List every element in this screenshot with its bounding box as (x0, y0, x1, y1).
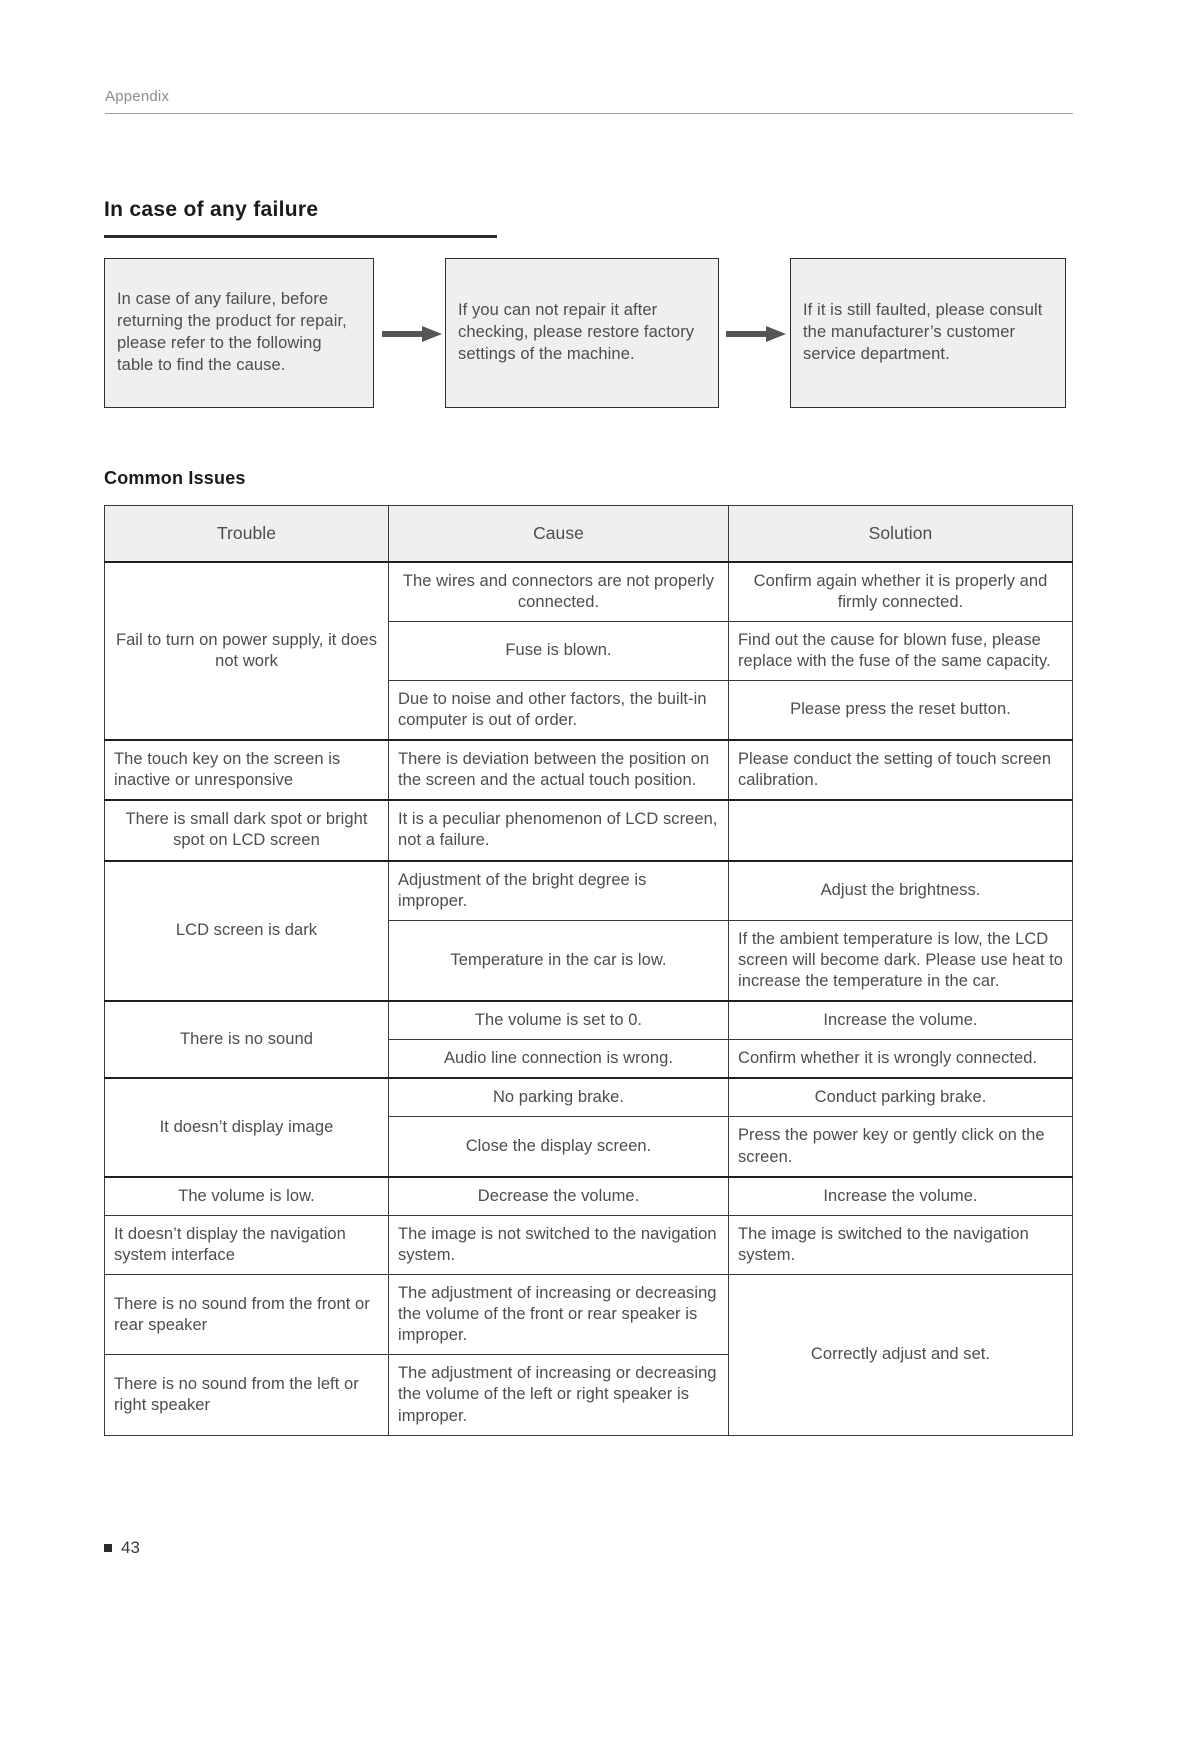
page-footer: 43 (104, 1538, 140, 1558)
cell-solution: Press the power key or gently click on t… (728, 1116, 1073, 1178)
cell-trouble: It doesn’t display the navigation system… (104, 1214, 389, 1276)
cell-cause: Fuse is blown. (388, 620, 729, 681)
subsection-title: Common Issues (104, 468, 246, 488)
right-arrow-icon (382, 326, 444, 342)
cell-solution: Conduct parking brake. (728, 1077, 1073, 1118)
table-row: Fail to turn on power supply, it does no… (104, 560, 1073, 741)
cell-cause: The volume is set to 0. (388, 1000, 729, 1041)
common-issues-table-wrapper: Trouble Cause Solution Fail to turn on p… (104, 505, 1073, 1436)
right-arrow-icon (726, 326, 788, 342)
cell-solution: Please conduct the setting of touch scre… (728, 739, 1073, 801)
table-row: LCD screen is dark Adjustment of the brig… (104, 859, 1073, 1002)
page-title: In case of any failure (104, 198, 319, 221)
section-heading: In case of any failure (104, 198, 497, 238)
arrow-head (766, 326, 786, 342)
cell-cause: The adjustment of increasing or decreasi… (388, 1274, 729, 1356)
square-bullet-icon (104, 1544, 112, 1552)
cell-solution: Correctly adjust and set. (728, 1274, 1073, 1436)
cell-cause: It is a peculiar phenomenon of LCD scree… (388, 799, 729, 862)
flow-step-1-text: In case of any failure, before returning… (117, 290, 347, 374)
cell-solution: Confirm whether it is wrongly connected. (728, 1039, 1073, 1079)
column-header-solution: Solution (728, 505, 1073, 562)
arrow-shaft (382, 331, 424, 337)
cell-trouble: There is no sound from the front or rear… (104, 1274, 389, 1356)
cell-solution: Confirm again whether it is properly and… (728, 560, 1073, 622)
cell-cause: There is deviation between the position … (388, 739, 729, 801)
cell-cause: Adjustment of the bright degree is impro… (388, 859, 729, 921)
cell-cause: Decrease the volume. (388, 1175, 729, 1216)
cell-trouble: LCD screen is dark (104, 859, 389, 1002)
cell-trouble: It doesn’t display image (104, 1077, 389, 1178)
table-row: It doesn’t display the navigation system… (104, 1214, 1073, 1276)
arrow-head (422, 326, 442, 342)
cell-cause: The adjustment of increasing or decreasi… (388, 1354, 729, 1436)
table-row: There is small dark spot or bright spot … (104, 799, 1073, 862)
document-page: Appendix In case of any failure In case … (0, 0, 1182, 1754)
cell-solution: Find out the cause for blown fuse, pleas… (728, 620, 1073, 681)
table-body: Fail to turn on power supply, it does no… (104, 560, 1073, 1436)
arrow-shaft (726, 331, 768, 337)
section-heading-underline (104, 235, 497, 238)
cell-cause: The image is not switched to the navigat… (388, 1214, 729, 1276)
cell-solution (728, 799, 1073, 862)
column-header-trouble: Trouble (104, 505, 389, 562)
running-header-label: Appendix (105, 88, 170, 105)
cell-trouble: There is no sound (104, 1000, 389, 1079)
cell-cause: Close the display screen. (388, 1116, 729, 1178)
cell-trouble: The touch key on the screen is inactive … (104, 739, 389, 801)
cell-trouble: There is no sound from the left or right… (104, 1354, 389, 1436)
cell-solution: Increase the volume. (728, 1000, 1073, 1041)
cell-cause: Temperature in the car is low. (388, 919, 729, 1002)
page-number: 43 (121, 1538, 140, 1557)
common-issues-table: Trouble Cause Solution Fail to turn on p… (104, 505, 1073, 1436)
running-header: Appendix (105, 88, 1073, 114)
flow-step-2: If you can not repair it after checking,… (445, 258, 719, 408)
table-header: Trouble Cause Solution (104, 505, 1073, 562)
cell-solution: Increase the volume. (728, 1175, 1073, 1216)
table-row: It doesn’t display image No parking brake… (104, 1077, 1073, 1178)
cell-trouble: Fail to turn on power supply, it does no… (104, 560, 389, 741)
table-row: There is no sound from the front or rear… (104, 1274, 1073, 1436)
table-header-row: Trouble Cause Solution (104, 505, 1073, 562)
cell-cause: No parking brake. (388, 1077, 729, 1118)
flow-step-1: In case of any failure, before returning… (104, 258, 374, 408)
cell-cause: The wires and connectors are not properl… (388, 560, 729, 622)
flow-step-2-text: If you can not repair it after checking,… (458, 301, 695, 363)
cell-solution: The image is switched to the navigation … (728, 1214, 1073, 1276)
header-divider (105, 113, 1073, 114)
cell-trouble: The volume is low. (104, 1175, 389, 1216)
column-header-cause: Cause (388, 505, 729, 562)
cell-trouble: There is small dark spot or bright spot … (104, 799, 389, 862)
cell-solution: Please press the reset button. (728, 679, 1073, 741)
flow-step-3-text: If it is still faulted, please consult t… (803, 301, 1043, 363)
cell-solution: If the ambient temperature is low, the L… (728, 919, 1073, 1002)
cell-cause: Audio line connection is wrong. (388, 1039, 729, 1079)
table-row: The touch key on the screen is inactive … (104, 739, 1073, 801)
flow-step-3: If it is still faulted, please consult t… (790, 258, 1066, 408)
cell-solution: Adjust the brightness. (728, 859, 1073, 921)
failure-flow-diagram: In case of any failure, before returning… (104, 258, 1074, 408)
table-row: There is no sound The volume is set to 0.… (104, 1000, 1073, 1079)
cell-cause: Due to noise and other factors, the buil… (388, 679, 729, 741)
table-row: The volume is low. Decrease the volume. In… (104, 1175, 1073, 1216)
